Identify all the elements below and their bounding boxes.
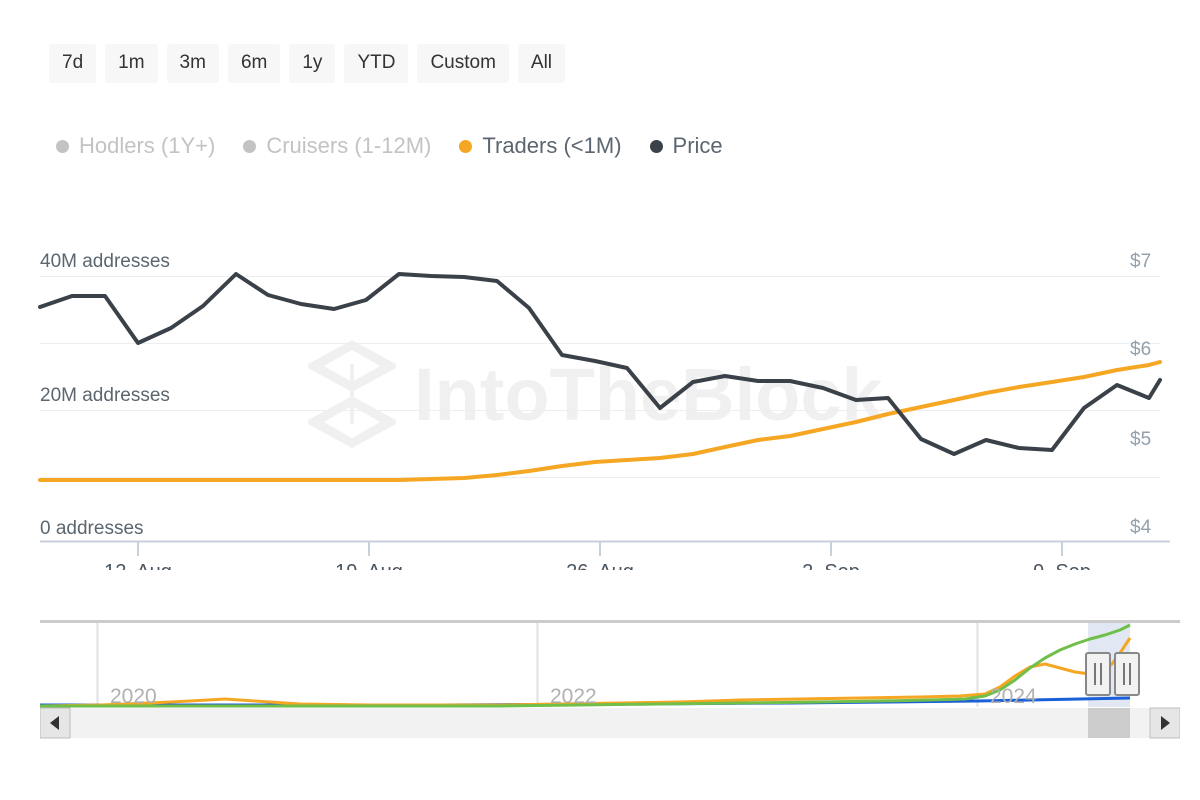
navigator-svg: 2020 2022 2024 (40, 620, 1180, 742)
navigator-year-2024: 2024 (990, 685, 1037, 708)
y2-axis-label-4: $4 (1130, 517, 1152, 538)
x-axis-label-3: 2. Sep (802, 561, 860, 570)
legend-item-hodlers[interactable]: Hodlers (1Y+) (56, 133, 215, 159)
series-line-traders (40, 362, 1160, 480)
range-selector: 7d 1m 3m 6m 1y YTD Custom All (49, 44, 565, 83)
legend-item-traders[interactable]: Traders (<1M) (459, 133, 621, 159)
navigator-scrollbar-thumb[interactable] (1088, 708, 1130, 738)
navigator-year-2022: 2022 (550, 685, 597, 708)
y2-axis-label-7: $7 (1130, 251, 1151, 272)
range-button-7d[interactable]: 7d (49, 44, 96, 83)
legend-label-hodlers: Hodlers (1Y+) (79, 133, 215, 159)
navigator-handle-right[interactable] (1115, 653, 1139, 695)
range-button-1y[interactable]: 1y (289, 44, 335, 83)
legend-label-price: Price (673, 133, 723, 159)
legend-label-traders: Traders (<1M) (482, 133, 621, 159)
range-button-6m[interactable]: 6m (228, 44, 280, 83)
chart-legend: Hodlers (1Y+) Cruisers (1-12M) Traders (… (56, 133, 723, 159)
legend-dot-price (650, 140, 663, 153)
range-button-custom[interactable]: Custom (417, 44, 508, 83)
x-axis-label-0: 12. Aug (104, 561, 172, 570)
legend-item-cruisers[interactable]: Cruisers (1-12M) (243, 133, 431, 159)
y-axis-label-0: 0 addresses (40, 518, 144, 539)
y2-axis-label-5: $5 (1130, 429, 1151, 450)
y2-axis-label-6: $6 (1130, 339, 1151, 360)
chart-plot-svg: 40M addresses 20M addresses 0 addresses … (0, 230, 1200, 570)
chart-navigator[interactable]: 2020 2022 2024 (40, 620, 1180, 742)
legend-item-price[interactable]: Price (650, 133, 723, 159)
legend-dot-traders (459, 140, 472, 153)
range-button-ytd[interactable]: YTD (344, 44, 408, 83)
legend-label-cruisers: Cruisers (1-12M) (266, 133, 431, 159)
y-axis-label-40m: 40M addresses (40, 251, 170, 272)
y-axis-label-20m: 20M addresses (40, 385, 170, 406)
navigator-scroll-right-button[interactable] (1150, 708, 1180, 738)
legend-dot-cruisers (243, 140, 256, 153)
x-axis-ticks (138, 541, 1062, 556)
range-button-3m[interactable]: 3m (167, 44, 219, 83)
x-axis-label-2: 26. Aug (566, 561, 634, 570)
chart-gridlines (40, 277, 1160, 478)
legend-dot-hodlers (56, 140, 69, 153)
range-button-1m[interactable]: 1m (105, 44, 157, 83)
navigator-scroll-left-button[interactable] (40, 708, 70, 738)
range-button-all[interactable]: All (518, 44, 565, 83)
main-chart[interactable]: 40M addresses 20M addresses 0 addresses … (0, 230, 1200, 570)
navigator-scrollbar-track[interactable] (40, 708, 1180, 738)
series-line-price (40, 274, 1160, 454)
navigator-handle-left[interactable] (1086, 653, 1110, 695)
x-axis-label-4: 9. Sep (1033, 561, 1091, 570)
x-axis-label-1: 19. Aug (335, 561, 403, 570)
navigator-year-2020: 2020 (110, 685, 157, 708)
